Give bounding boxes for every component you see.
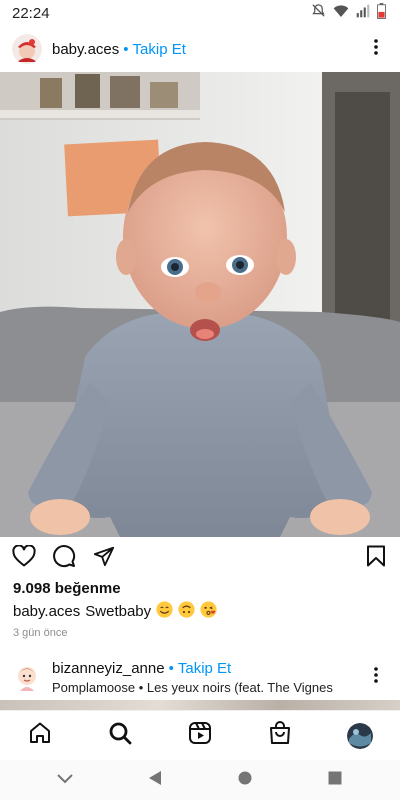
post-action-bar bbox=[0, 540, 400, 576]
next-post-header: bizanneyiz_anne • Takip Et Pomplamoose •… bbox=[0, 654, 400, 700]
post-actions-left bbox=[12, 543, 364, 573]
nav-shop-button[interactable] bbox=[260, 716, 300, 756]
next-post-photo[interactable] bbox=[0, 700, 400, 710]
wifi-icon bbox=[333, 4, 349, 23]
nav-home-button[interactable] bbox=[20, 716, 60, 756]
post-username[interactable]: baby.aces bbox=[52, 41, 119, 58]
smiling-face-emoji bbox=[156, 601, 173, 622]
home-icon bbox=[28, 721, 52, 750]
post-timestamp: 3 gün önce bbox=[13, 627, 68, 639]
more-options-button[interactable] bbox=[364, 37, 388, 61]
search-icon bbox=[108, 721, 132, 750]
share-button[interactable] bbox=[92, 546, 116, 570]
comment-button[interactable] bbox=[52, 544, 76, 573]
like-button[interactable] bbox=[12, 543, 36, 572]
caption-text: Swetbaby bbox=[85, 603, 152, 620]
chevron-down-icon bbox=[57, 771, 73, 789]
shop-icon bbox=[269, 721, 291, 750]
next-post-username[interactable]: bizanneyiz_anne bbox=[52, 660, 165, 677]
more-vertical-icon bbox=[374, 666, 378, 688]
profile-avatar bbox=[347, 722, 373, 749]
status-bar: 22:24 bbox=[0, 0, 400, 26]
separator-dot: • bbox=[123, 40, 129, 58]
heart-icon bbox=[12, 543, 36, 572]
home-circle-icon bbox=[238, 771, 252, 790]
comment-icon bbox=[52, 544, 76, 573]
bottom-navigation bbox=[0, 710, 400, 760]
caption-username[interactable]: baby.aces bbox=[13, 603, 80, 620]
next-post-title-line: bizanneyiz_anne • Takip Et bbox=[52, 660, 364, 677]
more-vertical-icon bbox=[374, 38, 378, 60]
bookmark-icon bbox=[366, 545, 386, 572]
mute-icon bbox=[311, 3, 326, 23]
battery-icon bbox=[377, 2, 386, 24]
next-post-more-button[interactable] bbox=[364, 665, 388, 689]
next-post-audio[interactable]: Pomplamoose • Les yeux noirs (feat. The … bbox=[52, 680, 342, 695]
system-back-button[interactable] bbox=[135, 760, 175, 800]
post-header-text: baby.aces • Takip Et bbox=[52, 41, 364, 58]
upside-down-face-emoji bbox=[178, 601, 195, 622]
next-post-text: bizanneyiz_anne • Takip Et Pomplamoose •… bbox=[52, 660, 364, 695]
post-header: baby.aces • Takip Et bbox=[0, 28, 400, 70]
follow-button[interactable]: Takip Et bbox=[133, 41, 186, 58]
paper-plane-icon bbox=[93, 545, 115, 572]
likes-count[interactable]: 9.098 beğenme bbox=[13, 580, 121, 597]
system-navigation-bar bbox=[0, 760, 400, 800]
status-icons bbox=[311, 2, 386, 24]
separator-dot: • bbox=[168, 659, 174, 677]
save-button[interactable] bbox=[364, 545, 388, 572]
next-post-avatar[interactable] bbox=[12, 662, 42, 692]
reels-icon bbox=[188, 721, 212, 750]
post-photo[interactable] bbox=[0, 72, 400, 537]
system-hide-keyboard-button[interactable] bbox=[45, 760, 85, 800]
back-triangle-icon bbox=[148, 770, 162, 791]
system-home-button[interactable] bbox=[225, 760, 265, 800]
nav-reels-button[interactable] bbox=[180, 716, 220, 756]
next-post-follow-button[interactable]: Takip Et bbox=[178, 660, 231, 677]
nav-search-button[interactable] bbox=[100, 716, 140, 756]
status-time: 22:24 bbox=[12, 4, 50, 22]
kissing-face-emoji bbox=[200, 601, 217, 622]
caption: baby.aces Swetbaby bbox=[13, 601, 217, 622]
recents-square-icon bbox=[328, 771, 342, 790]
signal-icon bbox=[356, 4, 370, 23]
system-recents-button[interactable] bbox=[315, 760, 355, 800]
avatar[interactable] bbox=[12, 34, 42, 64]
nav-profile-button[interactable] bbox=[340, 716, 380, 756]
